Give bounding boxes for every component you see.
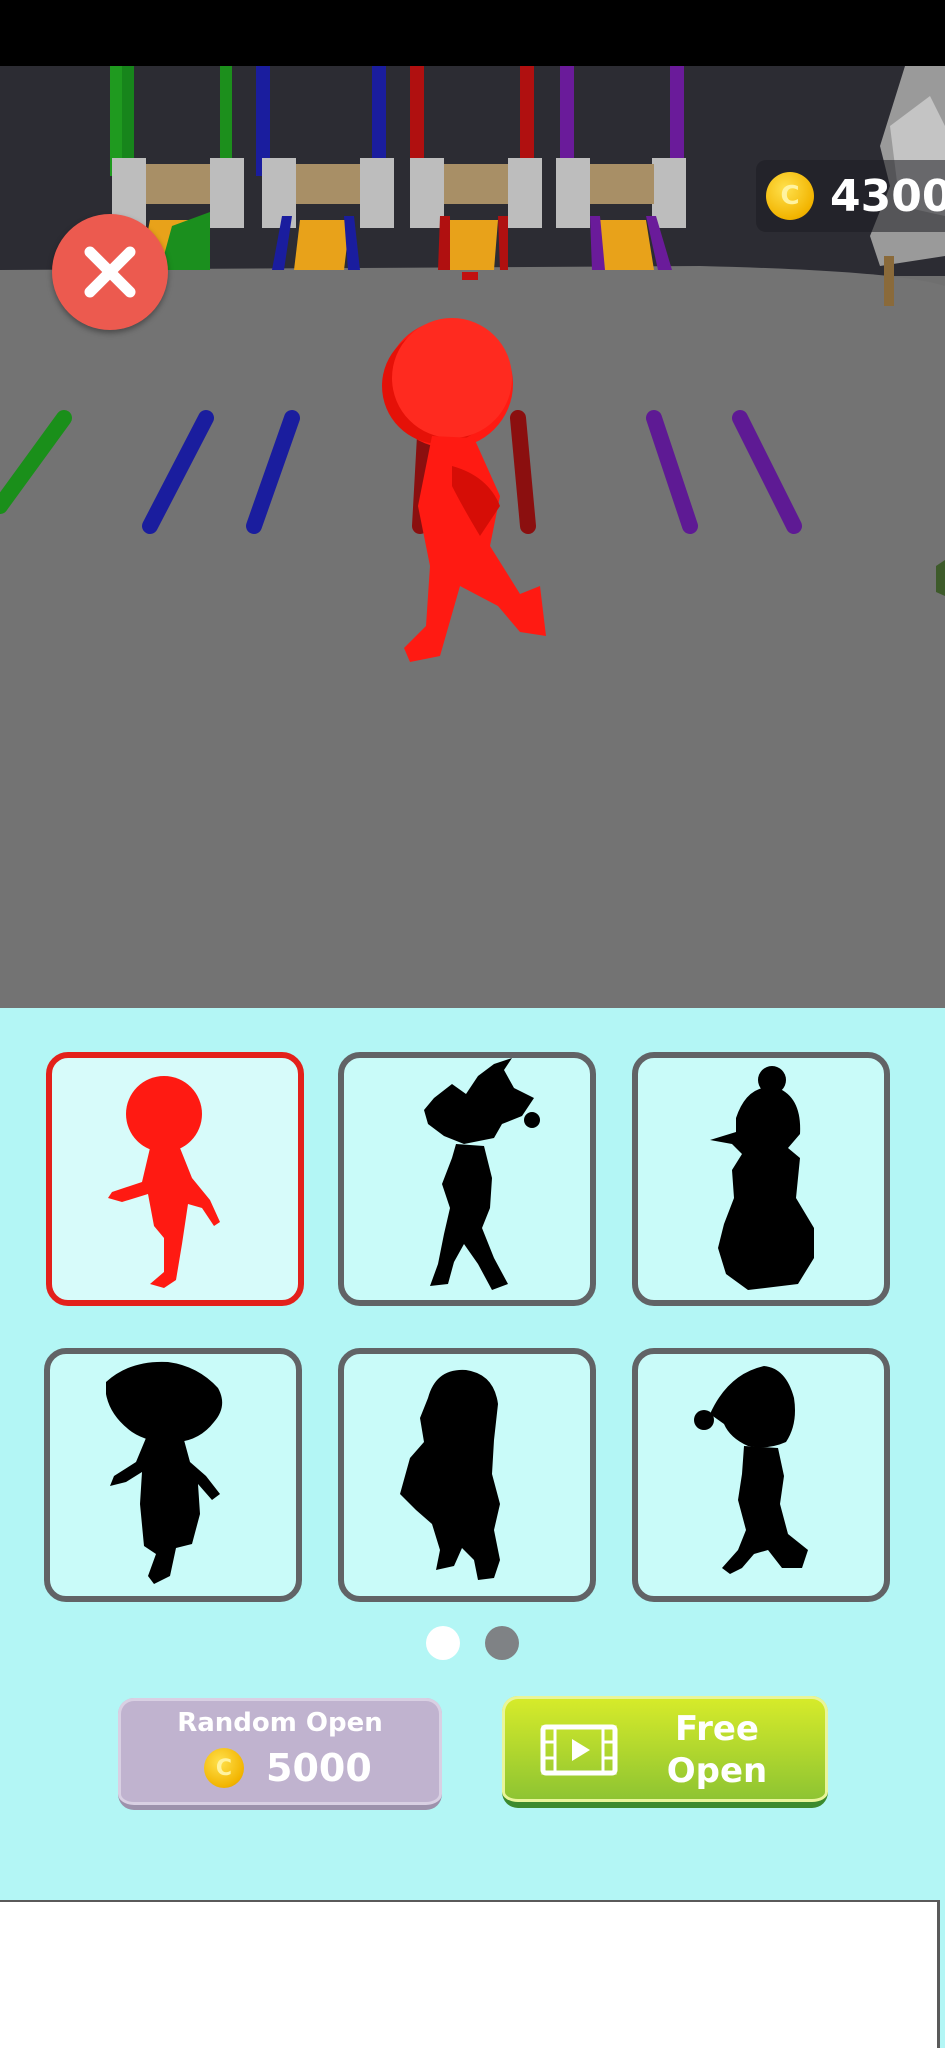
coin-count: 4300 bbox=[830, 170, 945, 222]
locked-santa-skin-silhouette bbox=[400, 1369, 500, 1580]
free-open-label: Free Open bbox=[642, 1708, 792, 1792]
coin-counter: 4300 bbox=[756, 160, 945, 232]
skin-grid bbox=[44, 1052, 902, 1622]
random-open-price: 5000 bbox=[204, 1746, 372, 1790]
skin-card-2[interactable] bbox=[338, 1052, 596, 1306]
video-ad-icon bbox=[540, 1724, 618, 1776]
locked-snowman-skin-silhouette bbox=[710, 1066, 814, 1290]
skin-card-3[interactable] bbox=[632, 1052, 890, 1306]
red-runner-skin-icon bbox=[108, 1076, 220, 1288]
free-open-label-line1: Free bbox=[675, 1709, 759, 1749]
random-open-button[interactable]: Random Open 5000 bbox=[118, 1698, 442, 1810]
skin-card-4[interactable] bbox=[44, 1348, 302, 1602]
locked-hooded-skin-silhouette bbox=[106, 1361, 223, 1584]
skin-shop-panel: Random Open 5000 Free Open bbox=[0, 1008, 945, 1900]
ad-banner-area bbox=[0, 1900, 940, 2048]
status-bar bbox=[0, 0, 945, 66]
close-x-icon bbox=[84, 246, 136, 298]
close-button[interactable] bbox=[52, 214, 168, 330]
skin-card-1[interactable] bbox=[46, 1052, 304, 1306]
gold-coin-icon bbox=[204, 1748, 244, 1788]
gold-coin-icon bbox=[766, 172, 814, 220]
locked-elf-skin-silhouette bbox=[424, 1058, 540, 1290]
random-open-price-value: 5000 bbox=[266, 1746, 372, 1790]
locked-elf-hat-skin-silhouette bbox=[694, 1366, 808, 1574]
skin-card-5[interactable] bbox=[338, 1348, 596, 1602]
page-indicator bbox=[0, 1626, 945, 1662]
page-dot-1[interactable] bbox=[426, 1626, 460, 1660]
skin-card-6[interactable] bbox=[632, 1348, 890, 1602]
random-open-label: Random Open bbox=[177, 1708, 383, 1738]
free-open-button[interactable]: Free Open bbox=[502, 1696, 828, 1808]
free-open-label-line2: Open bbox=[666, 1751, 768, 1791]
page-dot-2[interactable] bbox=[485, 1626, 519, 1660]
